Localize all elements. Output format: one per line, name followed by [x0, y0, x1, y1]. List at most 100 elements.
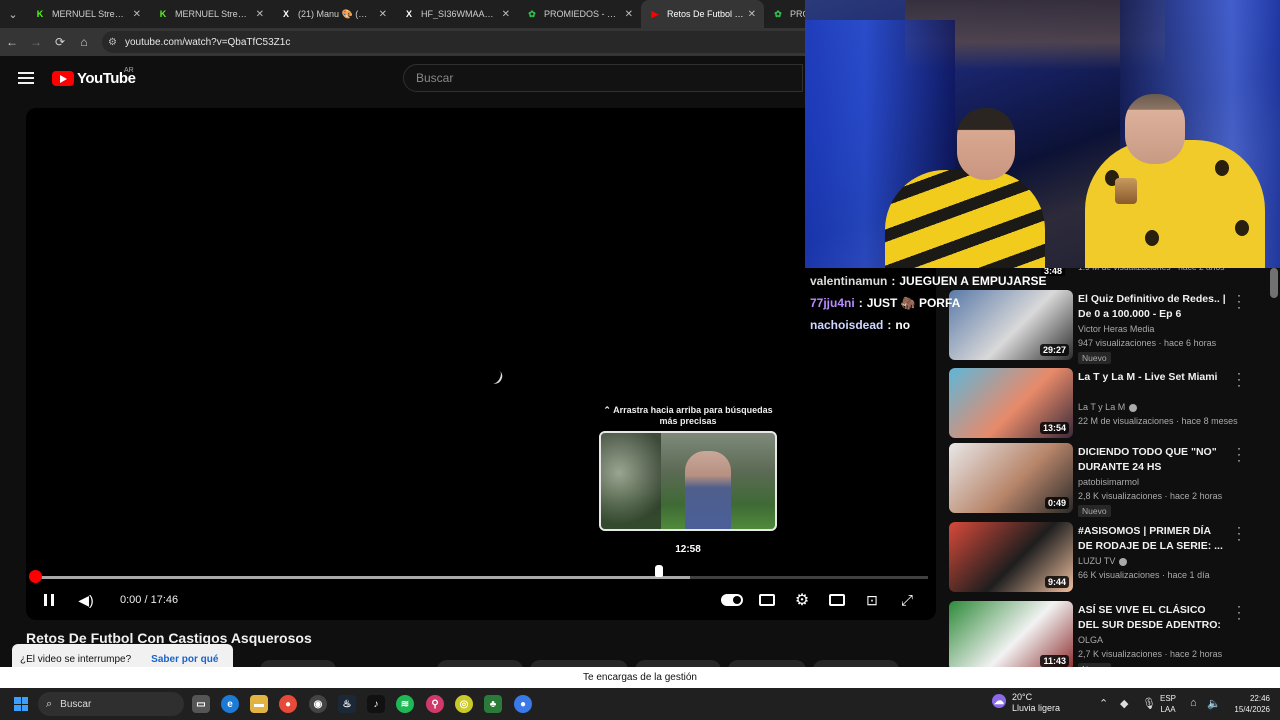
recommendation-title[interactable]: El Quiz Definitivo de Redes.. | De 0 a 1…	[1078, 292, 1228, 322]
more-options-icon[interactable]: · · ·	[1235, 289, 1243, 313]
chat-text: JUEGUEN A EMPUJARSE	[899, 274, 1047, 288]
video-duration: 9:44	[1044, 576, 1069, 588]
mouse-hand-cursor-icon	[655, 565, 663, 577]
bee-costume	[885, 170, 1045, 268]
recommendation-title[interactable]: ASÍ SE VIVE EL CLÁSICO DEL SUR DESDE ADE…	[1078, 603, 1228, 633]
tab-close-icon[interactable]: ✕	[256, 9, 264, 20]
weather-temp: 20°C	[1012, 692, 1033, 702]
notification-toast: Te encargas de la gestión	[0, 667, 1280, 688]
more-options-icon[interactable]: · · ·	[1235, 521, 1243, 545]
obs-icon[interactable]: ◉	[309, 695, 327, 713]
streamer-left-head	[957, 108, 1015, 180]
maps-pin-icon[interactable]: ⚲	[426, 695, 444, 713]
recommendation-item[interactable]: 9:44 #ASISOMOS | PRIMER DÍA DE RODAJE DE …	[949, 521, 1269, 594]
recommendation-item[interactable]: 13:54 La T y La M - Live Set Miami La T y …	[949, 367, 1269, 440]
app-yellow-icon[interactable]: ◎	[455, 695, 473, 713]
forward-arrow-icon[interactable]: →	[24, 28, 48, 56]
menu-hamburger-icon[interactable]	[18, 72, 34, 84]
pause-button[interactable]	[40, 590, 58, 610]
learn-why-link[interactable]: Saber por qué	[151, 654, 218, 665]
tab-close-icon[interactable]: ✕	[748, 9, 756, 20]
country-code: AR	[124, 67, 134, 74]
more-options-icon[interactable]: · · ·	[1235, 600, 1243, 624]
home-icon[interactable]: ⌂	[72, 28, 96, 56]
browser-tab[interactable]: X (21) Manu 🎨 (@me ✕	[272, 0, 395, 28]
search-input[interactable]: Buscar	[403, 64, 803, 92]
tab-close-icon[interactable]: ✕	[502, 9, 510, 20]
weather-widget[interactable]: 20°C Lluvia ligera	[1012, 692, 1060, 714]
tab-search-chevron-icon[interactable]: ⌄	[0, 0, 26, 28]
taskbar-search[interactable]: ⌕ Buscar	[38, 692, 184, 716]
windows-start-icon[interactable]	[14, 697, 28, 711]
tab-favicon-icon: ✿	[528, 8, 536, 19]
video-duration: 11:43	[1040, 655, 1069, 667]
browser-tab[interactable]: ▶ Retos De Futbol Con ✕	[641, 0, 764, 28]
url-text: youtube.com/watch?v=QbaTfC53Z1c	[124, 36, 291, 48]
new-badge: Nuevo	[1078, 505, 1111, 517]
more-options-icon[interactable]: · · ·	[1235, 367, 1243, 391]
task-view-icon[interactable]: ▭	[192, 695, 210, 713]
recommendation-thumbnail[interactable]: 9:44	[949, 522, 1073, 592]
recommendation-title[interactable]: #ASISOMOS | PRIMER DÍA DE RODAJE DE LA S…	[1078, 524, 1228, 554]
recommendation-title[interactable]: La T y La M - Live Set Miami	[1078, 370, 1228, 385]
progress-scrubber[interactable]	[29, 570, 42, 583]
edge-icon[interactable]: e	[221, 695, 239, 713]
cast-button[interactable]: ⊡	[863, 590, 881, 610]
recommendation-item[interactable]: 0:49 DICIENDO TODO QUE "NO" DURANTE 24 HS…	[949, 442, 1269, 517]
recommendation-channel[interactable]: LUZU TV	[1078, 556, 1128, 566]
autoplay-toggle[interactable]	[720, 590, 744, 610]
tab-close-icon[interactable]: ✕	[379, 9, 387, 20]
youtube-logo[interactable]: YouTube	[52, 70, 136, 87]
steam-icon[interactable]: ♨	[338, 695, 356, 713]
video-player[interactable]	[26, 108, 936, 620]
language-indicator[interactable]: ESP LAA	[1160, 693, 1176, 715]
tray-app-icon[interactable]: ◆	[1120, 697, 1128, 710]
app-green-icon[interactable]: ♣	[484, 695, 502, 713]
recommendation-item[interactable]: 29:27 El Quiz Definitivo de Redes.. | De …	[949, 289, 1269, 364]
chevron-up-icon[interactable]: ⌃	[1099, 697, 1108, 710]
taskbar-clock[interactable]: 22:46 15/4/2026	[1226, 693, 1270, 715]
stream-chat-overlay: valentinamun: JUEGUEN A EMPUJARSE 77jju4ni…	[810, 270, 1047, 336]
tab-close-icon[interactable]: ✕	[133, 9, 141, 20]
recommendation-thumbnail[interactable]: 11:43	[949, 601, 1073, 671]
reload-icon[interactable]: ⟳	[48, 28, 72, 56]
network-icon[interactable]: ⌂	[1190, 697, 1197, 709]
spotify-icon[interactable]: ≋	[396, 695, 414, 713]
site-info-icon[interactable]: ⚙	[108, 37, 117, 48]
more-options-icon[interactable]: · · ·	[1235, 442, 1243, 466]
tiktok-icon[interactable]: ♪	[367, 695, 385, 713]
recommendation-thumbnail[interactable]: 0:49	[949, 443, 1073, 513]
miniplayer-button[interactable]	[828, 590, 846, 610]
recommendation-thumbnail[interactable]: 13:54	[949, 368, 1073, 438]
browser-tab[interactable]: K MERNUEL Stream - V ✕	[26, 0, 149, 28]
settings-button[interactable]: ⚙	[793, 590, 811, 610]
recommendation-channel[interactable]: patobisimarmol	[1078, 477, 1139, 487]
chrome-profile-icon[interactable]: ●	[514, 695, 532, 713]
recommendation-channel[interactable]: La T y La M	[1078, 402, 1138, 412]
chrome-icon[interactable]: ●	[279, 695, 297, 713]
file-explorer-icon[interactable]: ▬	[250, 695, 268, 713]
fullscreen-button[interactable]: ⤢	[898, 590, 916, 610]
subtitles-button[interactable]	[758, 590, 776, 610]
browser-tab[interactable]: ✿ PROMIEDOS - Futbol ✕	[518, 0, 641, 28]
channel-name: La T y La M	[1078, 402, 1126, 412]
tab-favicon-icon: X	[282, 9, 289, 19]
recommendation-channel[interactable]: Victor Heras Media	[1078, 324, 1154, 334]
recommendation-channel[interactable]: OLGA	[1078, 635, 1103, 645]
page-scrollbar[interactable]	[1270, 268, 1278, 298]
recommendation-meta: 947 visualizaciones · hace 6 horas	[1078, 338, 1217, 348]
volume-button[interactable]: ◀)	[76, 590, 96, 610]
back-arrow-icon[interactable]: ←	[0, 28, 24, 56]
channel-name: Victor Heras Media	[1078, 324, 1155, 334]
recommendation-title[interactable]: DICIENDO TODO QUE "NO" DURANTE 24 HS	[1078, 445, 1228, 475]
tab-close-icon[interactable]: ✕	[625, 9, 633, 20]
video-duration: 13:54	[1039, 422, 1069, 434]
recommendation-item[interactable]: 11:43 ASÍ SE VIVE EL CLÁSICO DEL SUR DESD…	[949, 600, 1269, 675]
tab-label: PROMIEDOS - Futbol	[544, 9, 621, 19]
microphone-icon[interactable]: 🎙	[1142, 697, 1156, 710]
weather-icon[interactable]: ☁	[992, 694, 1006, 708]
browser-tab[interactable]: K MERNUEL Stream - V ✕	[149, 0, 272, 28]
browser-tab[interactable]: X HF_SI36WMAA2j_Y (1 ✕	[395, 0, 518, 28]
tab-favicon-icon: X	[405, 9, 412, 19]
speaker-icon[interactable]: 🔈	[1207, 697, 1221, 710]
